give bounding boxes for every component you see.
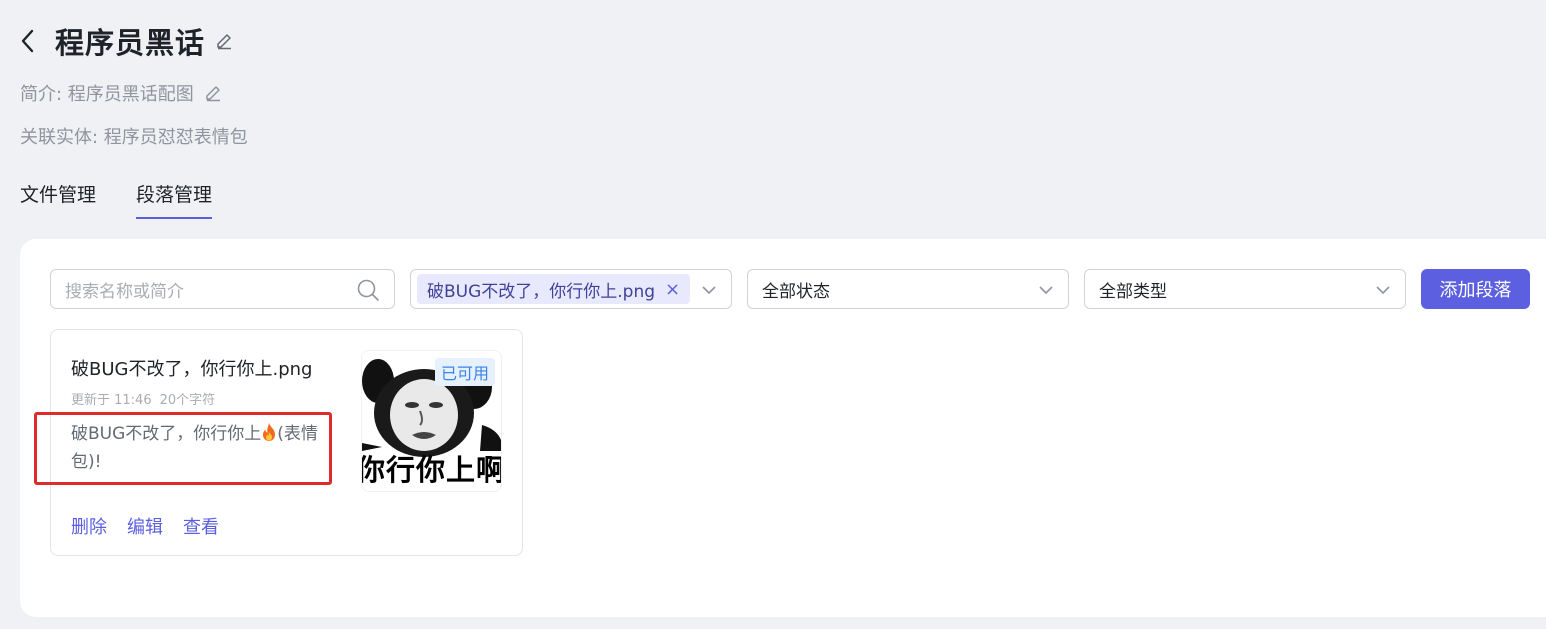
chevron-down-icon <box>1375 282 1391 303</box>
chevron-down-icon <box>701 282 717 303</box>
paragraph-meta: 更新于 11:46 20个字符 <box>71 389 223 408</box>
file-filter-select[interactable]: 破BUG不改了，你行你上.png × <box>410 269 732 309</box>
add-paragraph-button[interactable]: 添加段落 <box>1421 269 1530 309</box>
tag-close-icon[interactable]: × <box>665 279 680 300</box>
intro-text: 简介: 程序员黑话配图 <box>20 84 194 105</box>
edit-link[interactable]: 编辑 <box>127 513 163 539</box>
tab-bar: 文件管理 段落管理 <box>20 180 252 219</box>
entity-line: 关联实体: 程序员怼怼表情包 <box>20 123 248 149</box>
back-arrow-icon[interactable] <box>20 29 40 53</box>
intro-line: 简介: 程序员黑话配图 <box>20 80 224 106</box>
filter-toolbar: 搜索名称或简介 破BUG不改了，你行你上.png × 全部状态 全部类型 添加段… <box>50 269 1530 309</box>
file-filter-tag-label: 破BUG不改了，你行你上.png <box>427 281 656 302</box>
search-input[interactable]: 搜索名称或简介 <box>50 269 395 309</box>
highlight-annotation-box <box>34 412 332 485</box>
tab-paragraph-management[interactable]: 段落管理 <box>136 180 213 219</box>
char-count: 20个字符 <box>159 393 216 408</box>
search-icon[interactable] <box>356 278 380 307</box>
status-badge: 已可用 <box>434 358 495 386</box>
paragraph-name: 破BUG不改了，你行你上.png <box>71 359 313 380</box>
type-select-value: 全部类型 <box>1099 281 1167 302</box>
search-placeholder: 搜索名称或简介 <box>65 281 184 302</box>
entity-text: 关联实体: 程序员怼怼表情包 <box>20 127 248 148</box>
card-actions: 删除 编辑 查看 <box>71 513 239 539</box>
paragraph-card[interactable]: 破BUG不改了，你行你上.png 更新于 11:46 20个字符 破BUG不改了，… <box>34 329 523 556</box>
tab-file-management[interactable]: 文件管理 <box>20 180 96 219</box>
view-link[interactable]: 查看 <box>183 513 219 539</box>
edit-intro-pencil-icon[interactable] <box>204 83 224 103</box>
meme-caption: 你行你上啊 <box>361 453 502 487</box>
meme-thumbnail[interactable]: 已可用 你行你上啊 <box>361 350 502 492</box>
updated-time: 更新于 11:46 <box>71 393 152 408</box>
page-header: 程序员黑话 <box>20 22 235 60</box>
status-filter-select[interactable]: 全部状态 <box>747 269 1069 309</box>
delete-link[interactable]: 删除 <box>71 513 107 539</box>
chevron-down-icon <box>1038 282 1054 303</box>
status-select-value: 全部状态 <box>762 281 830 302</box>
edit-title-pencil-icon[interactable] <box>215 31 235 51</box>
type-filter-select[interactable]: 全部类型 <box>1084 269 1406 309</box>
file-filter-tag: 破BUG不改了，你行你上.png × <box>417 274 691 304</box>
page-title: 程序员黑话 <box>55 26 206 60</box>
content-panel: 搜索名称或简介 破BUG不改了，你行你上.png × 全部状态 全部类型 添加段… <box>20 239 1546 617</box>
